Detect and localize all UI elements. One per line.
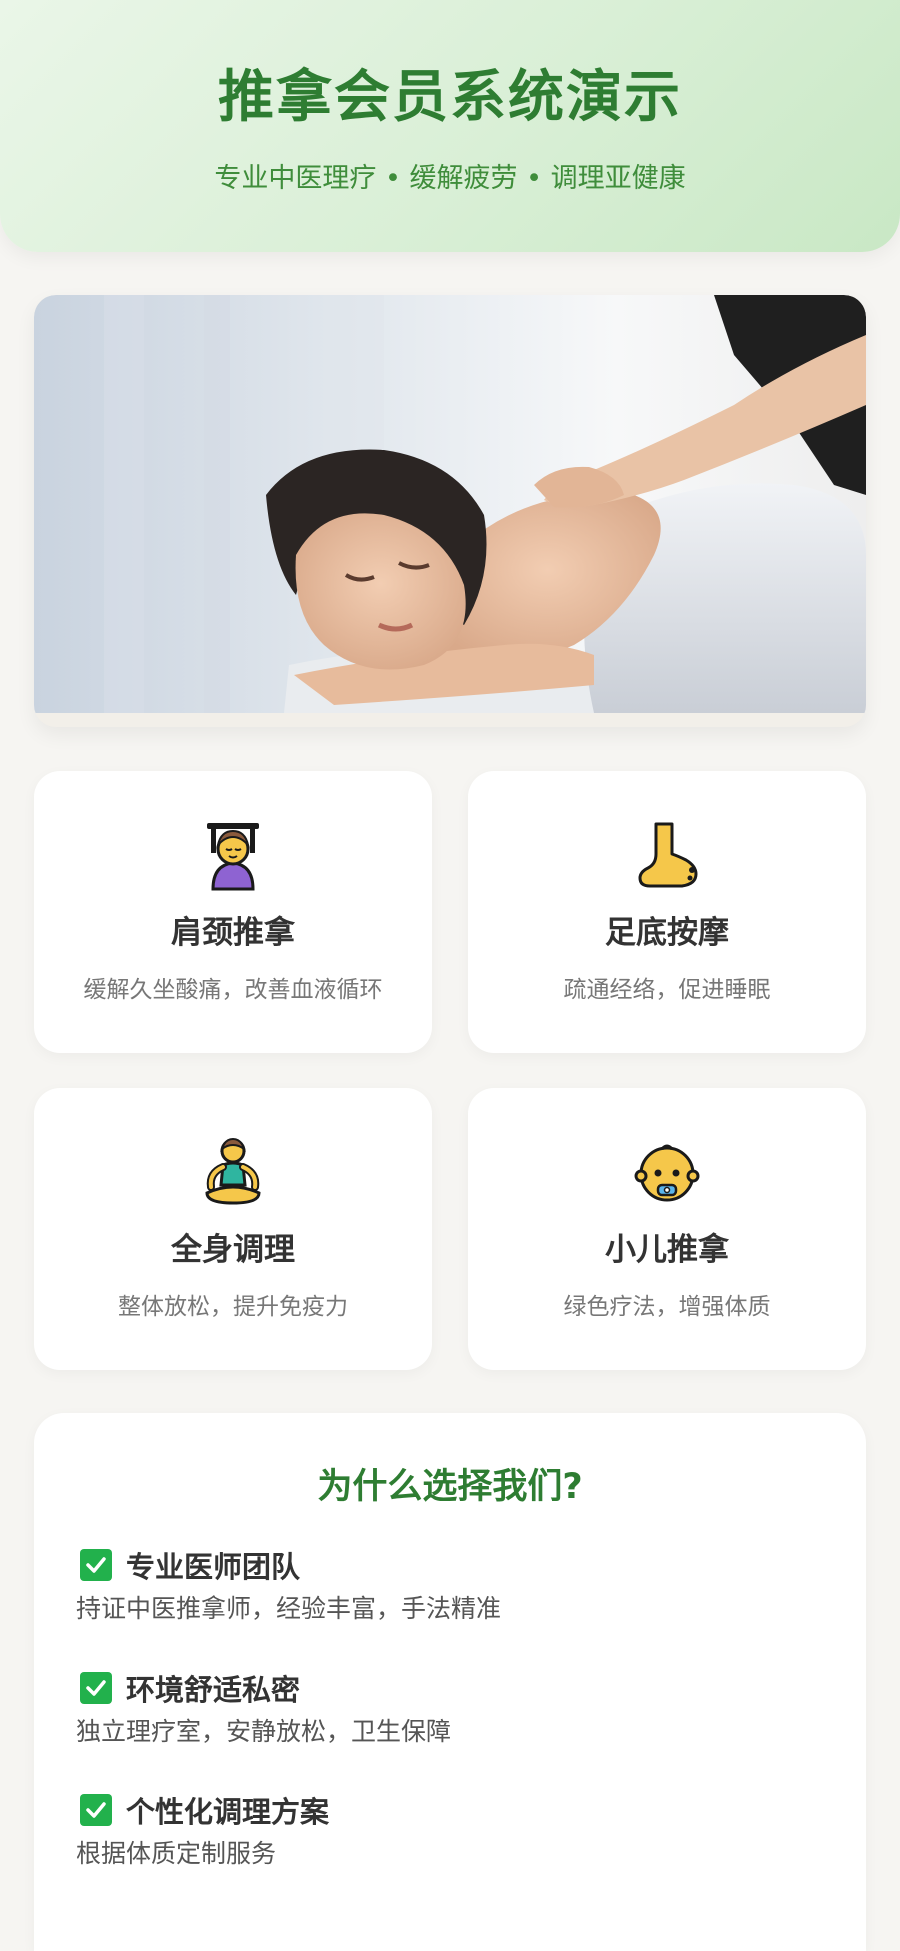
page-title: 推拿会员系统演示	[218, 65, 682, 130]
feature-text: 独立理疗室，安静放松，卫生保障	[76, 1717, 452, 1746]
baby-icon	[468, 1136, 866, 1208]
check-mark-icon	[80, 1672, 112, 1704]
feature-item: 专业医师团队 持证中医推拿师，经验丰富，手法精准	[76, 1543, 836, 1627]
service-title: 肩颈推拿	[171, 915, 295, 951]
person-getting-massage-icon	[34, 819, 432, 891]
foot-icon	[468, 819, 866, 891]
service-card-full-body[interactable]: 全身调理 整体放松，提升免疫力	[34, 1088, 432, 1370]
hero-image	[34, 295, 866, 727]
service-card-foot-massage[interactable]: 足底按摩 疏通经络，促进睡眠	[468, 771, 866, 1053]
feature-label: 环境舒适私密	[126, 1673, 301, 1707]
service-card-shoulder-neck[interactable]: 肩颈推拿 缓解久坐酸痛，改善血液循环	[34, 771, 432, 1053]
service-card-pediatric[interactable]: 小儿推拿 绿色疗法，增强体质	[468, 1088, 866, 1370]
section-title: 为什么选择我们?	[317, 1467, 583, 1507]
page-subtitle: 专业中医理疗 • 缓解疲劳 • 调理亚健康	[214, 163, 686, 194]
massage-photo	[34, 295, 866, 713]
feature-label: 专业医师团队	[126, 1550, 301, 1584]
page-header: 推拿会员系统演示 专业中医理疗 • 缓解疲劳 • 调理亚健康	[0, 0, 900, 252]
feature-text: 根据体质定制服务	[76, 1839, 277, 1868]
feature-label: 个性化调理方案	[126, 1795, 330, 1829]
service-description: 缓解久坐酸痛，改善血液循环	[83, 977, 383, 1003]
why-choose-us-section: 为什么选择我们? 专业医师团队 持证中医推拿师，经验丰富，手法精准 环境舒适私密…	[34, 1413, 866, 1951]
service-description: 绿色疗法，增强体质	[563, 1294, 771, 1320]
service-title: 全身调理	[171, 1232, 295, 1268]
service-description: 疏通经络，促进睡眠	[563, 977, 771, 1003]
feature-item: 个性化调理方案 根据体质定制服务	[76, 1788, 836, 1872]
feature-text: 持证中医推拿师，经验丰富，手法精准	[76, 1594, 502, 1623]
feature-item: 环境舒适私密 独立理疗室，安静放松，卫生保障	[76, 1666, 836, 1750]
check-mark-icon	[80, 1794, 112, 1826]
person-lotus-position-icon	[34, 1136, 432, 1208]
service-title: 足底按摩	[605, 915, 729, 951]
service-title: 小儿推拿	[605, 1232, 729, 1268]
service-description: 整体放松，提升免疫力	[118, 1294, 348, 1320]
check-mark-icon	[80, 1549, 112, 1581]
